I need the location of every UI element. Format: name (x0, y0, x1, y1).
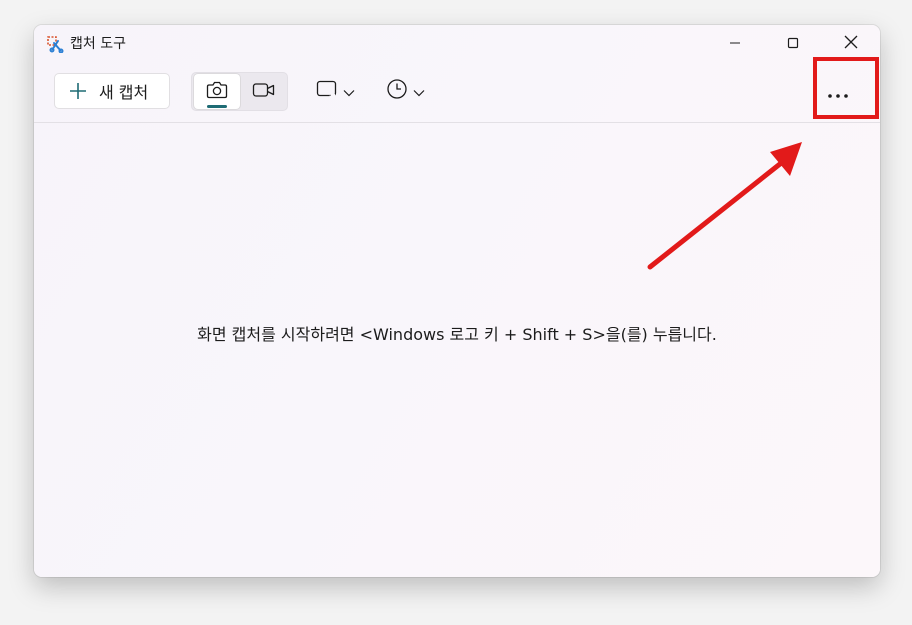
minimize-icon (729, 34, 741, 53)
title-bar: 캡처 도구 (34, 25, 880, 61)
toolbar: 새 캡처 (34, 61, 880, 121)
capture-hint-text: 화면 캡처를 시작하려면 <Windows 로고 키 + Shift + S>을… (197, 325, 717, 344)
rectangle-shape-icon (316, 79, 338, 103)
capture-mode-toggle (191, 72, 288, 111)
minimize-button[interactable] (706, 25, 764, 61)
camera-icon (206, 80, 228, 104)
maximize-button[interactable] (764, 25, 822, 61)
close-icon (844, 34, 858, 53)
chevron-down-icon (413, 82, 425, 101)
close-button[interactable] (822, 25, 880, 61)
new-capture-label: 새 캡처 (99, 83, 149, 102)
screenshot-mode-button[interactable] (194, 74, 240, 109)
selected-mode-indicator (207, 105, 227, 108)
clock-icon (386, 78, 408, 104)
toolbar-divider (34, 122, 880, 123)
video-mode-button[interactable] (242, 74, 286, 109)
video-icon (252, 81, 276, 103)
maximize-icon (787, 34, 799, 53)
snip-shape-dropdown[interactable] (316, 75, 360, 107)
annotation-highlight-box (813, 57, 879, 119)
plus-icon (69, 82, 87, 100)
chevron-down-icon (343, 82, 355, 101)
annotation-arrow (647, 142, 802, 270)
snipping-tool-window: 캡처 도구 새 캡처 화면 캡처를 시작하려면 <Windows 로고 키 + … (34, 25, 880, 577)
snipping-tool-icon (46, 35, 64, 54)
window-title: 캡처 도구 (70, 36, 126, 52)
new-capture-button[interactable]: 새 캡처 (54, 73, 170, 109)
delay-timer-dropdown[interactable] (386, 75, 430, 107)
